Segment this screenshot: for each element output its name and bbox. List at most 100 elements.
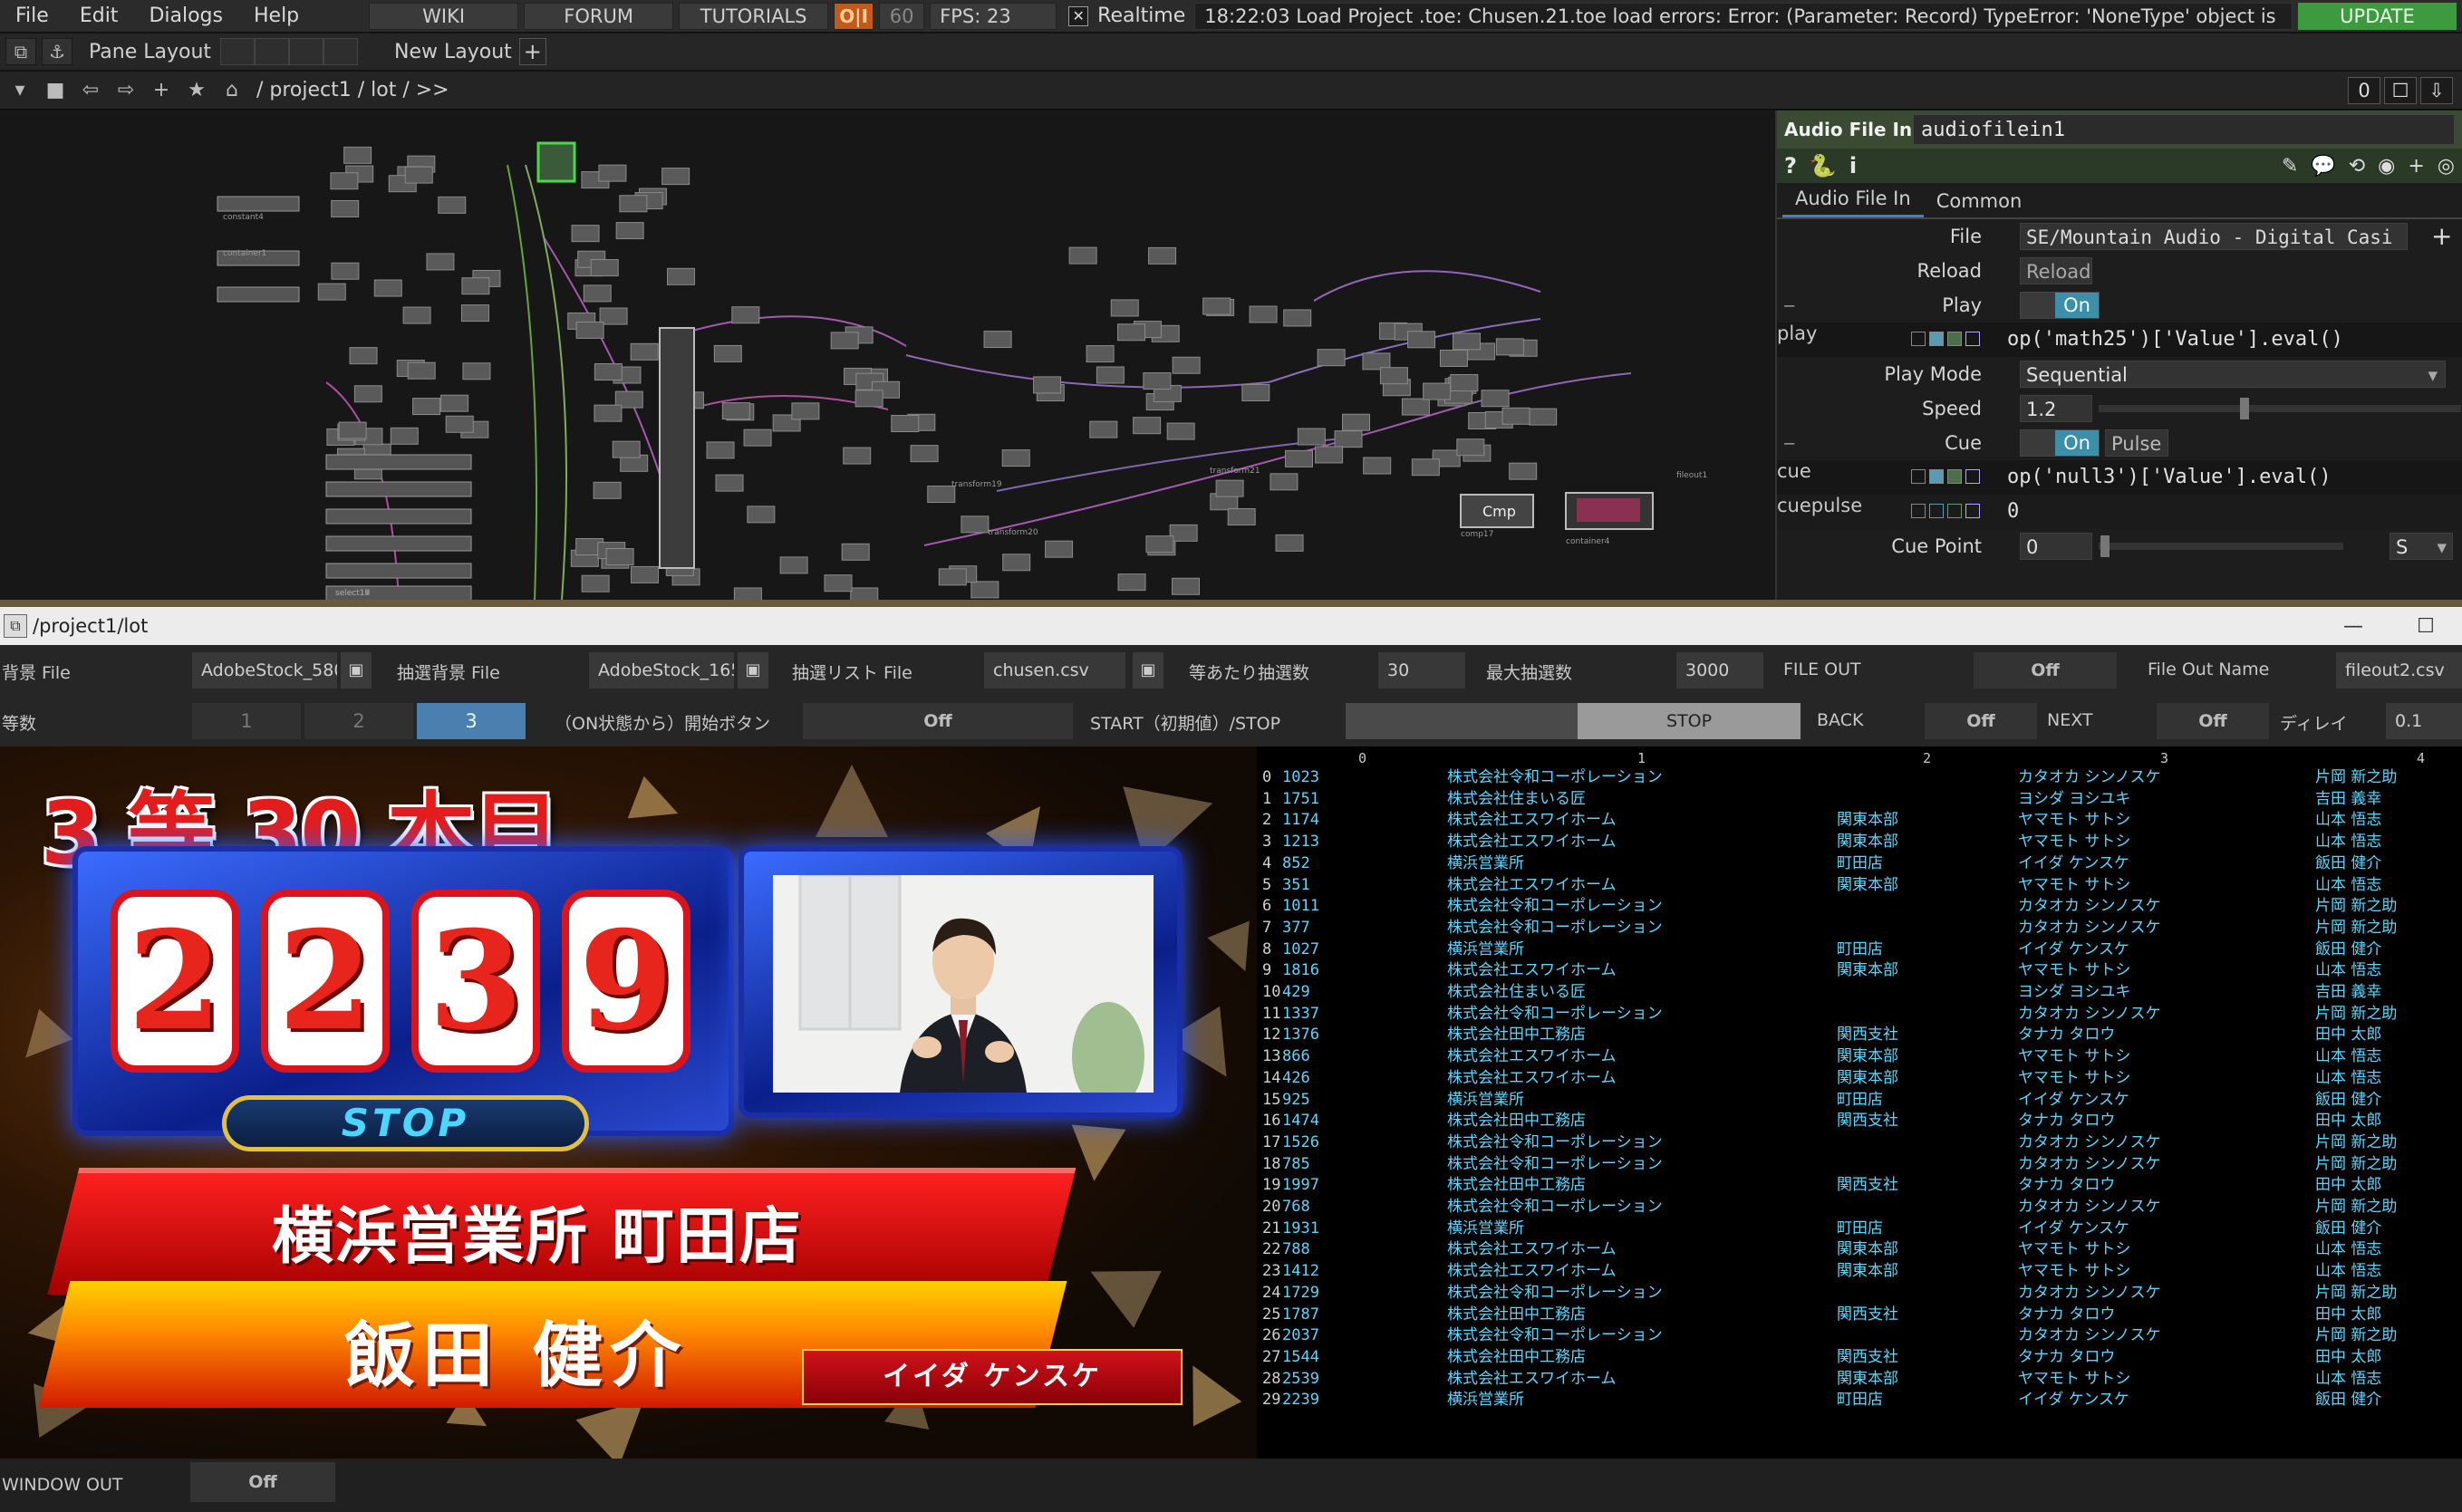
layout-slot-quad[interactable] bbox=[323, 38, 359, 65]
cue-expression[interactable]: op('null3')['Value'].eval() bbox=[2007, 466, 2332, 488]
minimize-button[interactable]: — bbox=[2317, 615, 2390, 638]
tutorials-button[interactable]: TUTORIALS bbox=[679, 2, 829, 30]
stop-square-icon[interactable]: ■ bbox=[40, 77, 71, 104]
fileout-name-field[interactable]: fileout2.csv bbox=[2336, 652, 2462, 689]
table-cell-col-4: 飯田 健介 bbox=[2315, 939, 2382, 958]
pane-down-arrow-icon[interactable]: ⇩ bbox=[2420, 76, 2453, 104]
layout-slot-single[interactable] bbox=[220, 38, 256, 65]
table-row-index: 6 bbox=[1262, 897, 1272, 916]
rank-option-2[interactable]: 2 bbox=[304, 703, 413, 739]
cuepoint-slider-track[interactable] bbox=[2099, 543, 2343, 550]
python-icon[interactable]: ◉ bbox=[2378, 155, 2395, 178]
browse-plus-icon[interactable]: + bbox=[2431, 221, 2452, 251]
next-toggle[interactable]: Off bbox=[2157, 703, 2269, 739]
info-icon[interactable]: i bbox=[1849, 153, 1857, 178]
oi-toggle-button[interactable]: O|I bbox=[834, 2, 874, 30]
network-graph[interactable]: Cmpselect16select17select18select19const… bbox=[0, 111, 1774, 600]
play-expression[interactable]: op('math25')['Value'].eval() bbox=[2007, 328, 2343, 351]
maximize-pane-icon[interactable]: ☐ bbox=[2384, 76, 2417, 104]
pane-menu-chevron-down-icon[interactable]: ▾ bbox=[5, 77, 35, 104]
cue-toggle[interactable]: On bbox=[2020, 429, 2100, 457]
comment-icon[interactable]: 💬 bbox=[2311, 155, 2335, 178]
add-param-icon[interactable]: + bbox=[2408, 155, 2424, 178]
bookmark-star-icon[interactable]: ★ bbox=[181, 77, 212, 104]
python-help-icon[interactable]: 🐍 bbox=[1810, 153, 1837, 178]
target-icon[interactable]: ◎ bbox=[2438, 155, 2455, 178]
help-question-icon[interactable]: ? bbox=[1784, 153, 1797, 178]
speed-field[interactable]: 1.2 bbox=[2020, 395, 2092, 422]
start-toggle[interactable]: Off bbox=[803, 703, 1073, 739]
playmode-dropdown[interactable]: Sequential ▾ bbox=[2020, 361, 2446, 388]
bg-file-field[interactable]: AdobeStock_580 bbox=[192, 652, 337, 689]
param-speed-row: Speed 1.2 bbox=[1777, 391, 2462, 426]
back-arrow-icon[interactable]: ⇦ bbox=[75, 77, 106, 104]
fileout-toggle[interactable]: Off bbox=[1974, 652, 2117, 689]
table-cell-col-1: 株式会社住まいる匠 bbox=[1447, 983, 1586, 1001]
tab-audio-file-in[interactable]: Audio File In bbox=[1782, 188, 1924, 217]
speed-slider-knob[interactable] bbox=[2240, 398, 2249, 419]
menu-dialogs[interactable]: Dialogs bbox=[133, 0, 238, 33]
table-cell-col-4: 山本 悟志 bbox=[2315, 1369, 2382, 1388]
forward-arrow-icon[interactable]: ⇨ bbox=[111, 77, 141, 104]
table-row: 22 788 株式会社エスワイホーム 関東本部 ヤマモト サトシ 山本 悟志 bbox=[1257, 1238, 2462, 1260]
cue-mode-icons[interactable] bbox=[1911, 469, 1984, 484]
table-row-index: 21 bbox=[1262, 1218, 1281, 1238]
back-toggle[interactable]: Off bbox=[1925, 703, 2037, 739]
list-file-folder-icon[interactable]: ▣ bbox=[1133, 652, 1163, 689]
per-prize-field[interactable]: 30 bbox=[1378, 652, 1465, 689]
network-node bbox=[1002, 554, 1031, 572]
network-path[interactable]: / project1 / lot / >> bbox=[256, 79, 2344, 101]
home-icon[interactable]: ⌂ bbox=[217, 77, 247, 104]
cuepoint-slider-knob[interactable] bbox=[2100, 535, 2110, 557]
operator-name-field[interactable]: audiofilein1 bbox=[1913, 114, 2455, 145]
pane-index-field[interactable]: 0 bbox=[2348, 76, 2380, 104]
lottery-bg-folder-icon[interactable]: ▣ bbox=[738, 652, 768, 689]
bg-file-folder-icon[interactable]: ▣ bbox=[341, 652, 372, 689]
table-row: 11 1337 株式会社令和コーポレーション カタオカ シンノスケ 片岡 新之助 bbox=[1257, 1003, 2462, 1025]
network-view-icon[interactable]: ⧉ bbox=[5, 38, 36, 65]
forum-button[interactable]: FORUM bbox=[524, 2, 674, 30]
param-file-field[interactable]: SE/Mountain Audio - Digital Casi bbox=[2020, 223, 2408, 250]
edit-pencil-icon[interactable]: ✎ bbox=[2282, 155, 2298, 178]
layout-slot-split-v[interactable] bbox=[255, 38, 290, 65]
realtime-checkbox[interactable]: ✕ bbox=[1068, 5, 1089, 26]
rank-option-1[interactable]: 1 bbox=[192, 703, 301, 739]
wiki-button[interactable]: WIKI bbox=[369, 2, 519, 30]
cue-pulse-button[interactable]: Pulse bbox=[2105, 429, 2168, 457]
table-cell-col-2: 関西支社 bbox=[1837, 1305, 1898, 1324]
realtime-toggle[interactable]: ✕ Realtime bbox=[1068, 5, 1185, 27]
speed-slider-track[interactable] bbox=[2099, 405, 2461, 412]
pane-divider[interactable] bbox=[0, 600, 2462, 607]
reload-button[interactable]: Reload bbox=[2020, 257, 2092, 284]
menu-edit[interactable]: Edit bbox=[64, 0, 134, 33]
clone-icon[interactable]: ⟲ bbox=[2349, 155, 2365, 178]
menu-help[interactable]: Help bbox=[238, 0, 314, 33]
play-toggle[interactable]: On bbox=[2020, 292, 2100, 319]
max-count-field[interactable]: 3000 bbox=[1676, 652, 1763, 689]
new-layout-label[interactable]: New Layout bbox=[394, 41, 512, 63]
cuepoint-field[interactable]: 0 bbox=[2020, 533, 2092, 560]
add-operator-icon[interactable]: + bbox=[146, 77, 177, 104]
maximize-button[interactable]: ☐ bbox=[2390, 615, 2462, 638]
play-mode-icons[interactable] bbox=[1911, 332, 1984, 346]
window-out-toggle[interactable]: Off bbox=[190, 1462, 335, 1502]
stop-button[interactable]: STOP bbox=[1578, 703, 1801, 739]
cuepulse-mode-icons[interactable] bbox=[1911, 504, 1984, 518]
delay-field[interactable]: 0.1 bbox=[2386, 703, 2462, 739]
perform-mode-icon[interactable]: ⚓ bbox=[42, 38, 72, 65]
table-dat-viewer[interactable]: 0 1 2 3 4 0 1023 株式会社令和コーポレーション カタオカ シンノスケ片… bbox=[1257, 746, 2462, 1459]
table-cell-col-2: 関西支社 bbox=[1837, 1347, 1898, 1366]
list-file-field[interactable]: chusen.csv bbox=[984, 652, 1125, 689]
cuepulse-value[interactable]: 0 bbox=[2007, 500, 2019, 523]
layout-slot-split-h[interactable] bbox=[289, 38, 324, 65]
menu-file[interactable]: File bbox=[0, 0, 64, 33]
add-layout-button[interactable]: + bbox=[518, 38, 546, 65]
lottery-bg-field[interactable]: AdobeStock_165 bbox=[589, 652, 734, 689]
fps-target-field[interactable]: 60 bbox=[879, 2, 925, 30]
rank-option-3[interactable]: 3 bbox=[417, 703, 526, 739]
cuepoint-unit-dropdown[interactable]: S ▾ bbox=[2390, 533, 2453, 560]
network-editor[interactable]: Cmp select16 select17 select18 select19 const… bbox=[0, 111, 1774, 600]
table-row-index: 11 bbox=[1262, 1004, 1281, 1023]
update-button[interactable]: UPDATE bbox=[2298, 2, 2457, 30]
tab-common[interactable]: Common bbox=[1924, 190, 2035, 217]
